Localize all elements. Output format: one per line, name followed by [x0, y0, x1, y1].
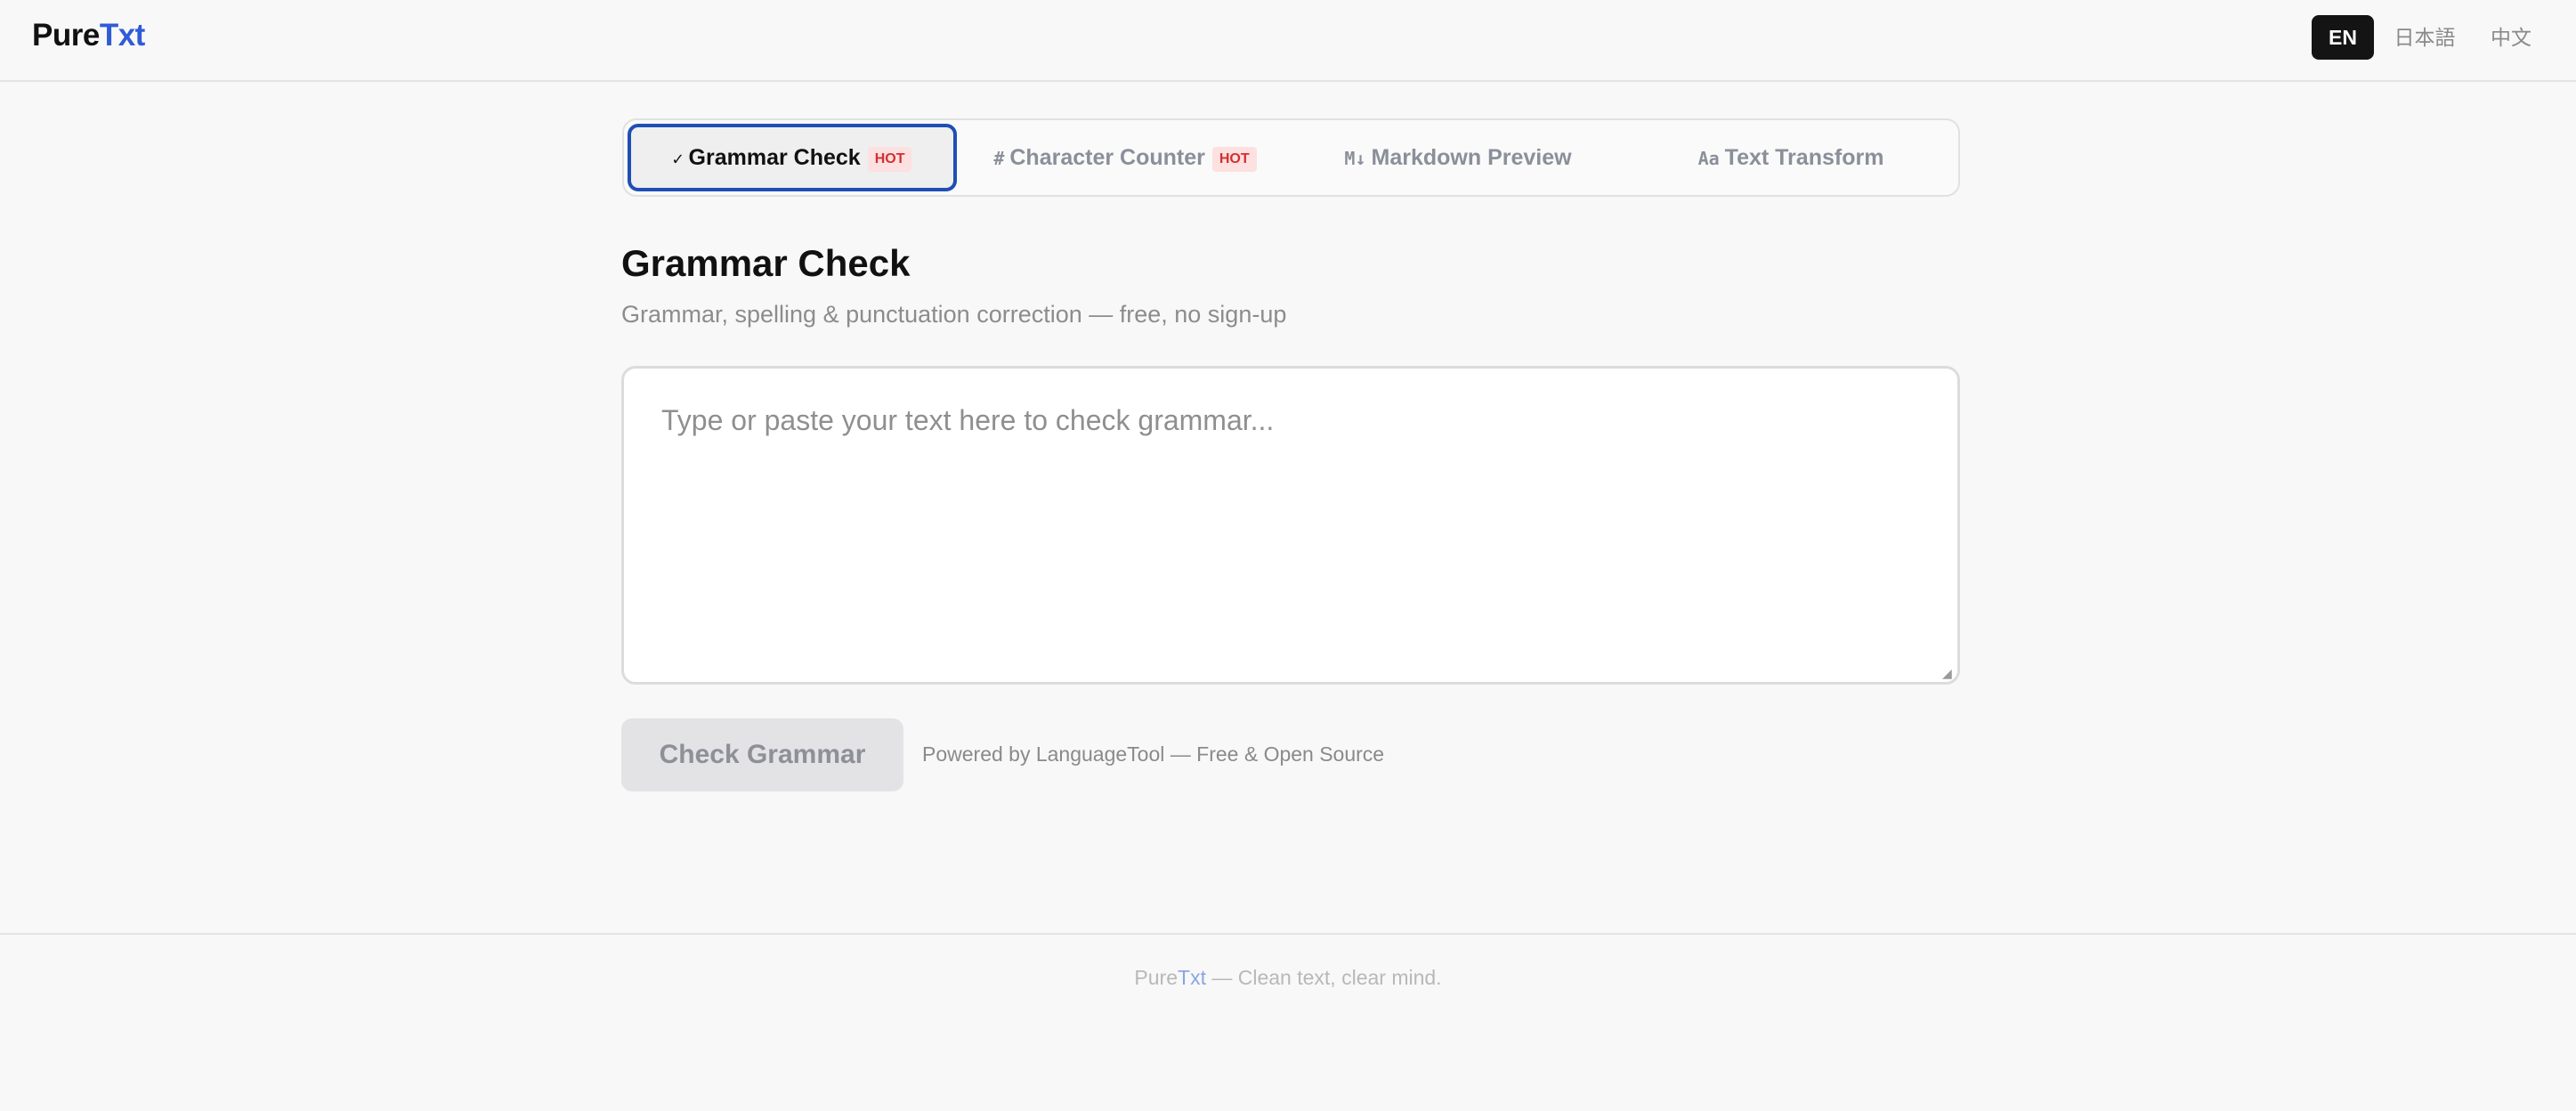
check-icon: ✓ — [672, 148, 684, 169]
powered-by-text: Powered by LanguageTool — Free & Open So… — [922, 742, 1385, 766]
top-bar: PureTxt EN 日本語 中文 — [0, 0, 2576, 82]
tab-markdown-preview[interactable]: M↓ Markdown Preview — [1293, 124, 1623, 191]
brand-logo[interactable]: PureTxt — [32, 18, 145, 53]
tab-text-transform[interactable]: Aa Text Transform — [1626, 124, 1956, 191]
check-grammar-button[interactable]: Check Grammar — [621, 718, 903, 791]
lang-zh-button[interactable]: 中文 — [2478, 15, 2544, 60]
tab-label: Character Counter — [1009, 145, 1205, 170]
text-case-icon: Aa — [1697, 148, 1720, 169]
tab-grammar-check[interactable]: ✓ Grammar Check HOT — [628, 124, 957, 191]
footer: PureTxt — Clean text, clear mind. — [0, 933, 2576, 1111]
page-subtitle: Grammar, spelling & punctuation correcti… — [621, 301, 1287, 328]
markdown-icon: M↓ — [1344, 148, 1366, 169]
hot-badge: HOT — [1211, 147, 1257, 172]
footer-text: PureTxt — Clean text, clear mind. — [0, 966, 2576, 990]
resize-handle-icon[interactable]: ◢ — [1942, 666, 1956, 680]
lang-en-button[interactable]: EN — [2312, 15, 2374, 60]
brand-name-part1: Pure — [32, 18, 100, 53]
footer-tagline: — Clean text, clear mind. — [1205, 966, 1442, 989]
tab-label: Markdown Preview — [1371, 145, 1572, 170]
tab-label: Grammar Check — [688, 145, 861, 170]
tab-character-counter[interactable]: # Character Counter HOT — [960, 124, 1290, 191]
hot-badge: HOT — [867, 147, 912, 172]
footer-brand-part1: Pure — [1134, 966, 1179, 989]
tab-label: Text Transform — [1724, 145, 1884, 170]
page-title: Grammar Check — [621, 242, 911, 284]
hash-icon: # — [993, 148, 1005, 169]
brand-name-part2: Txt — [99, 18, 146, 53]
footer-brand-part2: Txt — [1178, 966, 1206, 989]
tool-tabs: ✓ Grammar Check HOT # Character Counter HOT … — [622, 118, 1960, 197]
lang-ja-button[interactable]: 日本語 — [2387, 15, 2462, 60]
text-input[interactable] — [621, 366, 1960, 685]
